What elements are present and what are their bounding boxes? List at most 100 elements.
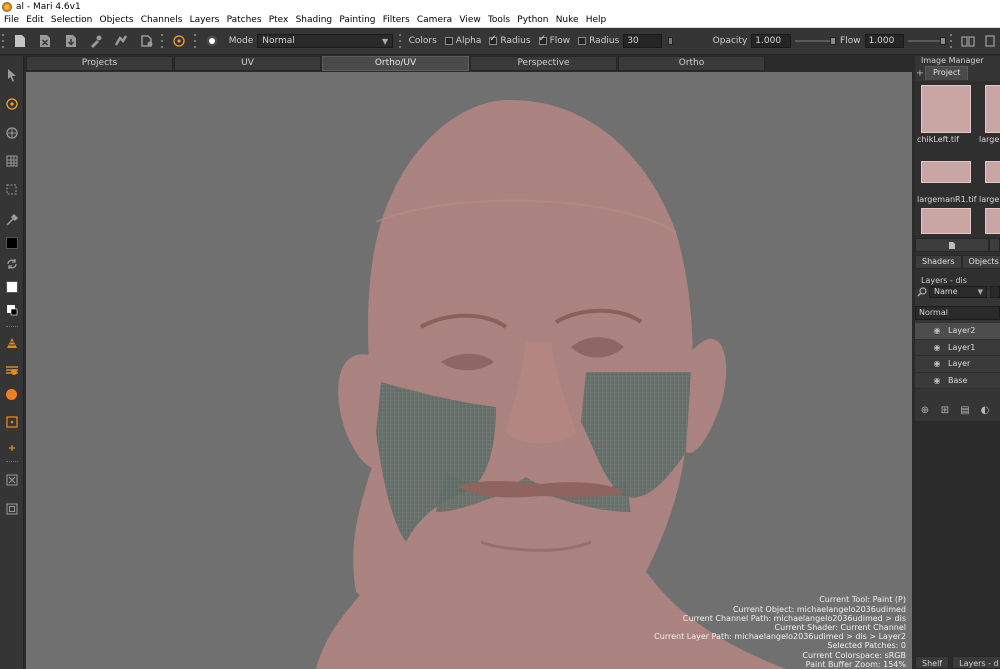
eye-icon[interactable]: ◉ (931, 376, 943, 385)
eye-icon[interactable]: ◉ (931, 343, 943, 352)
new-file-icon[interactable] (12, 32, 27, 50)
menu-file[interactable]: File (0, 15, 23, 25)
opacity-slider[interactable] (795, 37, 837, 45)
menu-painting[interactable]: Painting (336, 15, 379, 25)
sphere-tool-icon[interactable] (3, 386, 20, 403)
tab-ortho[interactable]: Ortho (618, 56, 765, 71)
opacity-slider-knob[interactable] (830, 37, 837, 45)
alpha-checkbox[interactable]: Alpha (444, 36, 481, 46)
image-thumbnail[interactable] (921, 208, 971, 234)
brush-icon[interactable] (204, 32, 219, 50)
toolbar-grip (194, 32, 197, 50)
pick-tool-icon[interactable] (88, 32, 103, 50)
tab-objects[interactable]: Objects (961, 255, 1000, 269)
transform-tool-icon[interactable] (114, 32, 129, 50)
foreground-color-swatch[interactable] (3, 234, 20, 251)
add-group-icon[interactable]: ▤ (958, 403, 972, 417)
flow-slider[interactable] (908, 37, 946, 45)
crosshair-tool-icon[interactable] (3, 439, 20, 456)
status-current-channel-path: Current Channel Path: michaelangelo2036u… (682, 613, 906, 623)
menu-channels[interactable]: Channels (137, 15, 186, 25)
menu-view[interactable]: View (456, 15, 485, 25)
mode-select[interactable]: Normal ▼ (257, 34, 394, 48)
add-tab-icon[interactable]: + (915, 68, 925, 80)
projection-tool-icon[interactable] (3, 413, 20, 430)
opacity-input[interactable]: 1.000 (751, 34, 792, 48)
book-icon[interactable] (960, 32, 975, 50)
menu-ptex[interactable]: Ptex (265, 15, 292, 25)
paint-tool-icon[interactable] (3, 95, 20, 112)
alpha-check-box[interactable] (444, 37, 453, 45)
radius-slider-knob[interactable] (667, 37, 673, 45)
layer-row[interactable]: ◉ Layer1 (915, 339, 1000, 356)
import-image-button[interactable] (915, 238, 989, 252)
tab-uv[interactable]: UV (174, 56, 321, 71)
eye-icon[interactable]: ◉ (931, 359, 943, 368)
tab-projects[interactable]: Projects (26, 56, 173, 71)
menu-selection[interactable]: Selection (47, 15, 96, 25)
background-color-swatch[interactable] (3, 278, 20, 295)
menu-filters[interactable]: Filters (379, 15, 413, 25)
save-file-icon[interactable] (63, 32, 78, 50)
image-thumbnail[interactable] (985, 208, 1000, 234)
tab-ortho-uv[interactable]: Ortho/UV (322, 56, 469, 71)
radius-check-box[interactable] (489, 34, 498, 45)
default-colors-icon[interactable] (3, 301, 20, 318)
tab-shelf[interactable]: Shelf (915, 656, 950, 669)
menu-python[interactable]: Python (514, 15, 552, 25)
layer-list: ◉ Layer2 ◉ Layer1 ◉ Layer ◉ Base (915, 323, 1000, 389)
menu-shading[interactable]: Shading (292, 15, 336, 25)
radius-setting-check-box[interactable] (578, 37, 587, 45)
search-icon[interactable] (915, 287, 929, 297)
image-options-button[interactable] (989, 238, 1000, 252)
frame-selected-icon[interactable] (3, 500, 20, 517)
blend-mode-select[interactable]: Normal (915, 306, 1000, 320)
tab-layers[interactable]: Layers - d (952, 656, 1000, 669)
menu-tools[interactable]: Tools (484, 15, 513, 25)
add-layer-icon[interactable]: ⊕ (918, 403, 932, 417)
eye-icon[interactable]: ◉ (931, 326, 943, 335)
swap-colors-icon[interactable] (3, 255, 20, 272)
menu-camera[interactable]: Camera (413, 15, 456, 25)
menu-patches[interactable]: Patches (223, 15, 265, 25)
add-adjustment-layer-icon[interactable]: ⊞ (938, 403, 952, 417)
canvas-viewport[interactable]: Current Tool: Paint (P) Current Object: … (26, 72, 912, 669)
add-mask-icon[interactable]: ◐ (978, 403, 992, 417)
eyedropper-icon[interactable] (3, 211, 20, 228)
tab-perspective[interactable]: Perspective (470, 56, 617, 71)
flow-check-box[interactable] (538, 34, 547, 45)
paint-target-icon[interactable] (172, 32, 187, 50)
flow-input[interactable]: 1.000 (864, 34, 905, 48)
close-file-icon[interactable] (38, 32, 53, 50)
visibility-tool-icon[interactable] (3, 361, 20, 378)
frame-all-icon[interactable] (3, 471, 20, 488)
image-thumbnail[interactable] (921, 161, 971, 183)
menu-help[interactable]: Help (582, 15, 610, 25)
panel-toggle-icon[interactable] (983, 32, 998, 50)
menu-nuke[interactable]: Nuke (552, 15, 582, 25)
search-input[interactable] (990, 286, 1000, 298)
settings-icon[interactable] (139, 32, 154, 50)
marquee-select-icon[interactable] (3, 181, 20, 198)
layer-row[interactable]: ◉ Layer2 (915, 323, 1000, 340)
search-field-select[interactable]: Name ▼ (929, 286, 987, 298)
menu-edit[interactable]: Edit (23, 15, 48, 25)
paint-through-icon[interactable] (3, 124, 20, 141)
layer-row[interactable]: ◉ Layer (915, 356, 1000, 373)
image-thumbnail[interactable] (985, 85, 1000, 133)
image-thumbnail[interactable] (921, 85, 971, 133)
flow-slider-knob[interactable] (939, 37, 946, 45)
select-arrow-icon[interactable] (3, 66, 20, 83)
tab-shaders[interactable]: Shaders (915, 255, 962, 269)
grid-tool-icon[interactable] (3, 152, 20, 169)
layer-row[interactable]: ◉ Base (915, 372, 1000, 389)
shell-tool-icon[interactable] (3, 334, 20, 351)
image-name: chikLeft.tif (917, 135, 960, 144)
radius-input[interactable]: 30 (623, 34, 662, 48)
tab-project[interactable]: Project (925, 66, 969, 80)
image-thumbnail[interactable] (985, 161, 1000, 183)
menu-objects[interactable]: Objects (96, 15, 137, 25)
radius-checkbox[interactable]: Radius (489, 34, 531, 46)
flow-checkbox[interactable]: Flow (538, 34, 570, 46)
menu-layers[interactable]: Layers (186, 15, 223, 25)
